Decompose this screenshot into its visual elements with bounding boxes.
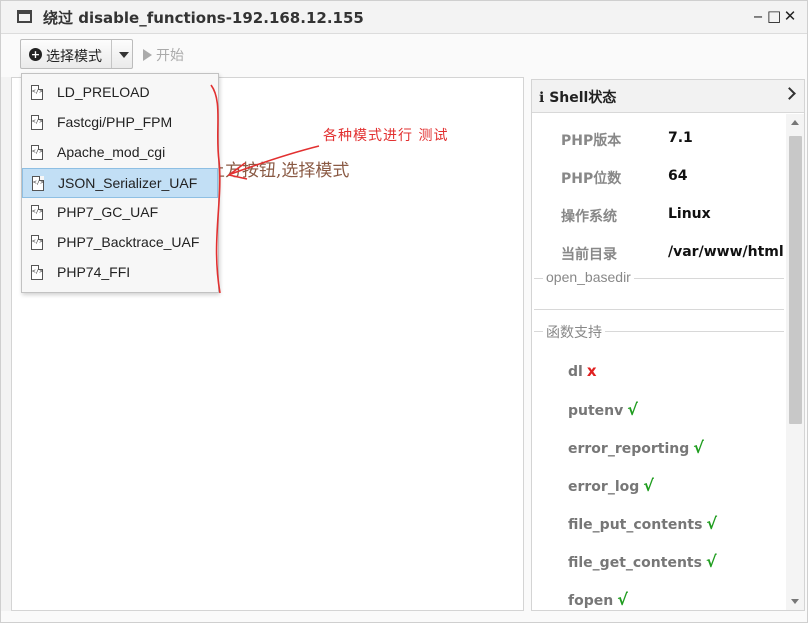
close-icon[interactable]: ✕ — [783, 7, 799, 25]
unsupported-mark: x — [586, 362, 597, 380]
info-key: PHP版本 — [561, 133, 622, 149]
menu-item-ld-preload[interactable]: </> LD_PRELOAD — [22, 78, 218, 108]
mode-dropdown-menu: </> LD_PRELOAD </> Fastcgi/PHP_FPM </> A… — [21, 73, 219, 293]
info-key: PHP位数 — [561, 171, 622, 187]
menu-item-php74-ffi[interactable]: </> PHP74_FFI — [22, 258, 218, 288]
menu-item-label: LD_PRELOAD — [57, 84, 150, 100]
functions-legend: 函数支持 — [543, 322, 605, 342]
supported-mark: √ — [705, 552, 717, 571]
open-basedir-bottom-rule — [534, 309, 784, 310]
supported-mark: √ — [693, 438, 704, 457]
code-file-icon: </> — [31, 85, 43, 100]
menu-item-php7-backtrace-uaf[interactable]: </> PHP7_Backtrace_UAF — [22, 228, 218, 258]
shell-status-header[interactable]: ℹ Shell状态 — [532, 80, 804, 113]
code-file-icon: </> — [31, 235, 43, 250]
shell-status-title-text: Shell状态 — [549, 90, 617, 106]
window-title: 绕过 disable_functions-192.168.12.155 — [43, 9, 364, 27]
function-name: error_reporting — [568, 441, 690, 457]
function-name: file_get_contents — [568, 555, 702, 571]
split-divider — [111, 40, 112, 68]
annotation-text: 各种模式进行 测试 — [323, 128, 449, 144]
shell-status-title: ℹ Shell状态 — [539, 87, 616, 107]
function-name: error_log — [568, 479, 640, 495]
menu-item-label: Fastcgi/PHP_FPM — [57, 114, 173, 130]
maximize-icon[interactable]: □ — [767, 7, 783, 25]
chevron-down-icon[interactable] — [119, 52, 129, 58]
info-key: 操作系统 — [561, 209, 617, 225]
function-name: dl — [568, 364, 583, 380]
minimize-icon[interactable]: ‒ — [751, 7, 767, 25]
shell-status-body: PHP版本 7.1 PHP位数 64 操作系统 Linux 当前目录 /var/… — [532, 114, 786, 610]
select-mode-button[interactable]: + 选择模式 — [20, 39, 133, 69]
function-item: file_put_contents √ — [568, 514, 717, 533]
code-file-icon: </> — [31, 145, 43, 160]
start-label: 开始 — [156, 48, 184, 64]
info-key: 当前目录 — [561, 247, 617, 263]
menu-item-label: Apache_mod_cgi — [57, 144, 166, 160]
info-value: /var/www/html — [668, 244, 784, 260]
function-item: dl x — [568, 362, 597, 380]
supported-mark: √ — [643, 476, 654, 495]
plus-circle-icon: + — [29, 48, 42, 61]
supported-mark: √ — [617, 590, 628, 609]
info-row: PHP位数 64 — [532, 165, 786, 189]
menu-item-fastcgi[interactable]: </> Fastcgi/PHP_FPM — [22, 108, 218, 138]
code-file-icon: </> — [31, 265, 43, 280]
vertical-scrollbar[interactable] — [786, 114, 804, 610]
start-button[interactable]: 开始 — [143, 45, 184, 65]
function-item: error_reporting √ — [568, 438, 704, 457]
toolbar: + 选择模式 开始 — [11, 37, 807, 73]
menu-item-php7-gc-uaf[interactable]: </> PHP7_GC_UAF — [22, 198, 218, 228]
window-controls: ‒ □✕ — [751, 7, 799, 25]
chevron-right-icon[interactable] — [783, 87, 796, 100]
info-value: 64 — [668, 168, 688, 184]
scrollbar-thumb[interactable] — [789, 136, 802, 424]
info-value: 7.1 — [668, 130, 693, 146]
menu-item-label: JSON_Serializer_UAF — [58, 175, 198, 191]
supported-mark: √ — [706, 514, 718, 533]
info-row: PHP版本 7.1 — [532, 127, 786, 151]
info-row: 当前目录 /var/www/html — [532, 241, 786, 265]
function-item: file_get_contents √ — [568, 552, 717, 571]
code-file-icon: </> — [31, 115, 43, 130]
main-hint-text: 上方按钮,选择模式 — [208, 161, 350, 181]
scroll-up-icon[interactable] — [791, 120, 799, 125]
supported-mark: √ — [627, 400, 638, 419]
code-file-icon: </> — [32, 176, 44, 191]
open-basedir-legend: open_basedir — [543, 269, 634, 285]
function-item: putenv √ — [568, 400, 638, 419]
function-name: fopen — [568, 593, 614, 609]
function-item: fopen √ — [568, 590, 628, 609]
menu-item-json-serializer-uaf[interactable]: </> JSON_Serializer_UAF — [22, 168, 218, 198]
menu-item-label: PHP7_GC_UAF — [57, 204, 159, 220]
function-item: error_log √ — [568, 476, 654, 495]
dialog-window: 绕过 disable_functions-192.168.12.155 ‒ □✕ … — [0, 0, 808, 623]
play-icon — [143, 49, 152, 61]
function-name: file_put_contents — [568, 517, 703, 533]
menu-item-label: PHP74_FFI — [57, 264, 131, 280]
window-icon — [17, 10, 32, 23]
code-file-icon: </> — [31, 205, 43, 220]
title-bar[interactable]: 绕过 disable_functions-192.168.12.155 ‒ □✕ — [1, 1, 807, 34]
left-edge-strip — [1, 77, 11, 611]
scroll-down-icon[interactable] — [791, 599, 799, 604]
info-row: 操作系统 Linux — [532, 203, 786, 227]
shell-status-panel: ℹ Shell状态 PHP版本 7.1 PHP位数 64 操作系统 Linux … — [531, 79, 805, 611]
select-mode-label: 选择模式 — [46, 49, 102, 65]
info-icon: ℹ — [539, 90, 550, 106]
function-name: putenv — [568, 403, 624, 419]
menu-item-apache-mod-cgi[interactable]: </> Apache_mod_cgi — [22, 138, 218, 168]
info-value: Linux — [668, 206, 711, 222]
menu-item-label: PHP7_Backtrace_UAF — [57, 234, 200, 250]
